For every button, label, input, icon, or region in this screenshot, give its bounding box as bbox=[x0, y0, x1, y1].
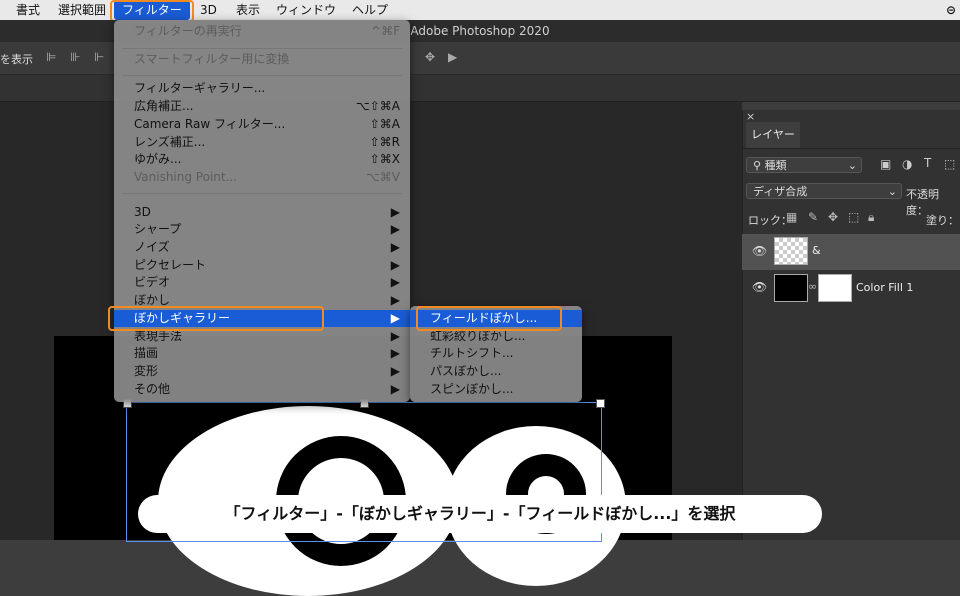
blend-mode-value: ディザ合成 bbox=[753, 185, 808, 198]
chevron-down-icon: ⌄ bbox=[847, 159, 857, 172]
menu-item-spin-blur[interactable]: スピンぼかし... bbox=[410, 381, 582, 398]
type-filter-icon[interactable]: T bbox=[924, 156, 931, 170]
menu-item-other[interactable]: その他 ▶ bbox=[114, 381, 410, 398]
image-filter-icon[interactable]: ▣ bbox=[880, 157, 891, 171]
menu-item-distort[interactable]: 変形 ▶ bbox=[114, 363, 410, 380]
field-blur-highlight bbox=[416, 306, 562, 331]
link-icon: ∞ bbox=[808, 280, 818, 293]
menu-item-noise[interactable]: ノイズ ▶ bbox=[114, 239, 410, 256]
layer-row[interactable]: 👁︎ & bbox=[742, 234, 960, 270]
menu-window[interactable]: ウィンドウ bbox=[276, 0, 336, 20]
menu-item-adaptive-wide-angle[interactable]: 広角補正... ⌥⇧⌘A bbox=[114, 98, 410, 115]
lock-transparency-icon[interactable]: ▦ bbox=[786, 210, 797, 224]
layer-name[interactable]: & bbox=[812, 244, 821, 257]
tab-layers[interactable]: レイヤー bbox=[746, 122, 800, 148]
align-right-icon[interactable]: ⊩ bbox=[94, 50, 104, 64]
show-transform-label[interactable]: を表示 bbox=[0, 51, 33, 67]
blur-gallery-highlight bbox=[108, 306, 324, 331]
menu-item-lens-correction[interactable]: レンズ補正... ⇧⌘R bbox=[114, 134, 410, 151]
search-icon: ⚲ bbox=[753, 159, 762, 172]
lock-position-icon[interactable]: ✥ bbox=[828, 210, 838, 224]
visibility-eye-icon[interactable]: 👁︎ bbox=[752, 244, 767, 258]
divider bbox=[742, 148, 960, 149]
visibility-eye-icon[interactable]: 👁︎ bbox=[752, 280, 767, 294]
menu-item-render[interactable]: 描画 ▶ bbox=[114, 345, 410, 362]
fill-label: 塗り： bbox=[926, 214, 959, 227]
lock-paint-icon[interactable]: ✎ bbox=[808, 210, 818, 224]
menu-item-sharpen[interactable]: シャープ ▶ bbox=[114, 221, 410, 238]
menu-item-vanishing-point[interactable]: Vanishing Point... ⌥⌘V bbox=[114, 169, 410, 186]
menu-divider bbox=[122, 75, 402, 76]
move-3d-icon[interactable]: ✥ bbox=[425, 50, 435, 64]
menu-item-video[interactable]: ビデオ ▶ bbox=[114, 274, 410, 291]
creative-cloud-icon[interactable]: ⊝ bbox=[946, 0, 956, 20]
menu-item-reapply-filter[interactable]: フィルターの再実行 ^⌘F bbox=[114, 23, 410, 40]
menu-item-tilt-shift[interactable]: チルトシフト... bbox=[410, 345, 582, 362]
shape-filter-icon[interactable]: ⬚ bbox=[944, 157, 955, 171]
menu-help[interactable]: ヘルプ bbox=[352, 0, 388, 20]
menu-select[interactable]: 選択範囲 bbox=[58, 0, 106, 20]
menu-item-path-blur[interactable]: パスぼかし... bbox=[410, 363, 582, 380]
menu-divider bbox=[122, 48, 402, 49]
instruction-caption: 「フィルター」-「ぼかしギャラリー」-「フィールドぼかし...」を選択 bbox=[138, 495, 822, 533]
layer-thumbnail bbox=[774, 274, 808, 302]
layer-thumbnail bbox=[774, 237, 808, 265]
menu-format[interactable]: 書式 bbox=[16, 0, 40, 20]
menu-item-camera-raw[interactable]: Camera Raw フィルター... ⇧⌘A bbox=[114, 116, 410, 133]
kind-filter-value: 種類 bbox=[764, 159, 787, 172]
align-left-icon[interactable]: ⊫ bbox=[46, 50, 56, 64]
menu-item-filter-gallery[interactable]: フィルターギャラリー... bbox=[114, 80, 410, 97]
layer-name[interactable]: Color Fill 1 bbox=[856, 281, 913, 294]
menu-item-convert-smart-filter[interactable]: スマートフィルター用に変換 bbox=[114, 51, 410, 68]
menu-divider bbox=[122, 193, 402, 194]
menu-item-3d[interactable]: 3D ▶ bbox=[114, 204, 410, 221]
artboard-icon[interactable]: ⬚ bbox=[848, 210, 859, 224]
menu-item-liquify[interactable]: ゆがみ... ⇧⌘X bbox=[114, 151, 410, 168]
align-center-icon[interactable]: ⊪ bbox=[70, 50, 80, 64]
menu-view[interactable]: 表示 bbox=[236, 0, 260, 20]
adjustment-filter-icon[interactable]: ◑ bbox=[902, 157, 912, 171]
menu-item-pixelate[interactable]: ピクセレート ▶ bbox=[114, 257, 410, 274]
layer-kind-filter[interactable]: ⚲ 種類 ⌄ bbox=[746, 157, 862, 173]
filter-menu: フィルターの再実行 ^⌘F スマートフィルター用に変換 フィルターギャラリー...… bbox=[114, 20, 410, 402]
layer-row[interactable]: 👁︎ ∞ Color Fill 1 bbox=[742, 270, 960, 306]
video-camera-icon[interactable]: ▶ bbox=[448, 50, 457, 64]
chevron-down-icon: ⌄ bbox=[887, 185, 897, 198]
layer-mask-thumbnail bbox=[818, 274, 852, 302]
transform-handle[interactable] bbox=[596, 399, 605, 408]
blend-mode-select[interactable]: ディザ合成 ⌄ bbox=[746, 183, 902, 199]
layers-panel bbox=[742, 110, 960, 540]
filter-menu-highlight bbox=[110, 0, 194, 22]
menu-3d[interactable]: 3D bbox=[200, 0, 217, 20]
lock-all-icon[interactable]: 🔒︎ bbox=[868, 210, 874, 225]
